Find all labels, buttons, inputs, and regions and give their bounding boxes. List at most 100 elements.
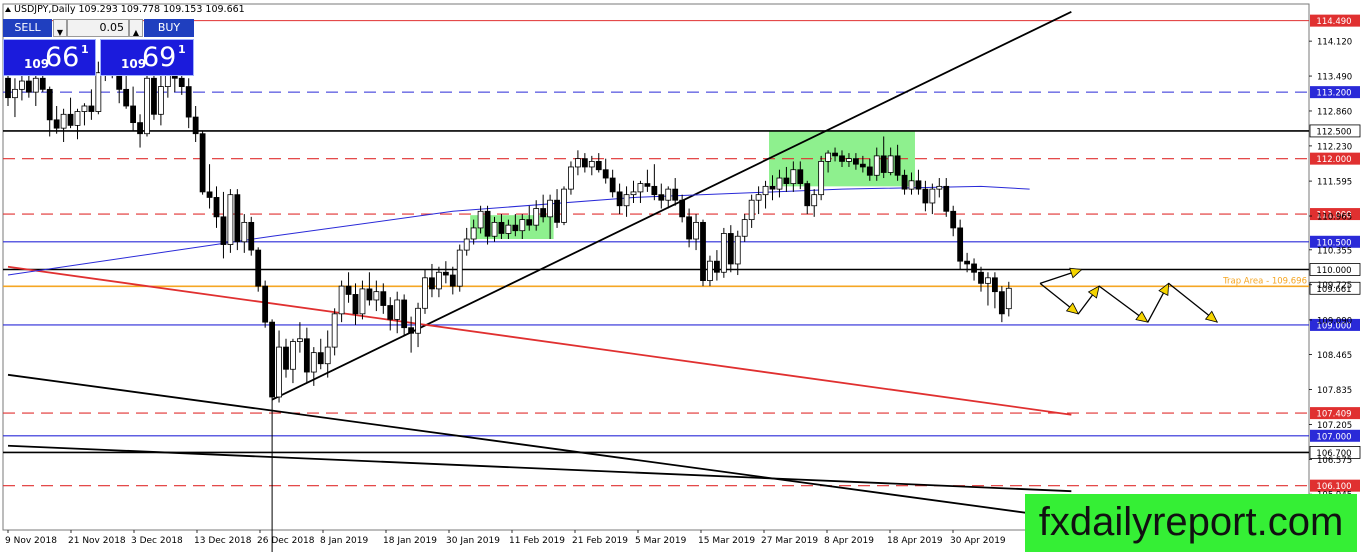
candle-body bbox=[950, 210, 957, 229]
candle-body bbox=[449, 274, 456, 287]
price-chart[interactable]: Trap Area - 109.696 114.490 113.200 112.50… bbox=[0, 0, 1362, 552]
sell-price[interactable]: 109 66 1 bbox=[3, 39, 96, 76]
candle-body bbox=[929, 188, 936, 204]
buy-button[interactable]: BUY bbox=[144, 19, 194, 37]
candle-body bbox=[296, 338, 303, 342]
y-tick-label: 110.965 bbox=[1317, 213, 1352, 223]
candle-body bbox=[241, 221, 248, 243]
candle-body bbox=[484, 210, 491, 237]
buy-price[interactable]: 109 69 1 bbox=[100, 39, 194, 76]
candle-body bbox=[283, 346, 289, 370]
candle-body bbox=[547, 199, 553, 218]
x-tick-label: 13 Dec 2018 bbox=[194, 536, 252, 546]
x-tick-label: 18 Jan 2019 bbox=[383, 536, 437, 546]
y-tick-label: 112.230 bbox=[1317, 142, 1352, 152]
candle-body bbox=[345, 285, 352, 295]
candle-body bbox=[25, 80, 32, 93]
candle-body bbox=[616, 191, 623, 207]
lot-size-input[interactable]: 0.05 bbox=[67, 19, 129, 37]
candle-body bbox=[262, 285, 269, 323]
candle-body bbox=[734, 235, 741, 265]
x-tick-label: 21 Nov 2018 bbox=[68, 536, 126, 546]
x-tick-label: 27 Mar 2019 bbox=[761, 536, 818, 546]
candle-body bbox=[95, 72, 102, 112]
candle-body bbox=[741, 219, 748, 237]
candle-body bbox=[588, 161, 595, 168]
candle-body bbox=[602, 169, 609, 179]
candle-body bbox=[178, 77, 185, 87]
candle-body bbox=[679, 199, 686, 218]
candle-body bbox=[818, 161, 825, 196]
lot-decrease-button[interactable]: ▼ bbox=[53, 19, 67, 37]
candle-body bbox=[575, 158, 581, 168]
candle-body bbox=[748, 199, 755, 221]
candle-body bbox=[429, 277, 435, 290]
level-price-label: 112.000 bbox=[1316, 155, 1351, 165]
candle-body bbox=[144, 77, 150, 135]
candle-body bbox=[88, 105, 95, 112]
candle-body bbox=[491, 221, 498, 237]
candle-body bbox=[331, 313, 338, 348]
candle-body bbox=[561, 188, 567, 223]
candle-body bbox=[880, 155, 887, 173]
watermark-brand: fxdailyreport.com bbox=[1025, 494, 1357, 552]
candle-body bbox=[873, 155, 880, 176]
candle-body bbox=[12, 88, 18, 99]
buy-price-pips: 69 bbox=[142, 42, 177, 73]
lot-size-value: 0.05 bbox=[99, 21, 125, 34]
x-tick-label: 30 Apr 2019 bbox=[950, 536, 1006, 546]
candle-body bbox=[762, 185, 769, 196]
candle-body bbox=[5, 77, 11, 99]
candle-body bbox=[248, 221, 255, 251]
lot-increase-button[interactable]: ▲ bbox=[129, 19, 143, 37]
candle-body bbox=[985, 277, 991, 284]
candle-body bbox=[60, 113, 67, 129]
y-tick-label: 106.575 bbox=[1317, 456, 1352, 466]
x-tick-label: 21 Feb 2019 bbox=[572, 536, 628, 546]
candle-body bbox=[46, 88, 53, 121]
candle-body bbox=[727, 233, 734, 265]
candle-body bbox=[220, 216, 227, 245]
down-triangle-icon: ▼ bbox=[56, 28, 64, 37]
x-tick-label: 5 Mar 2019 bbox=[635, 536, 687, 546]
up-triangle-icon: ▲ bbox=[132, 28, 140, 37]
candle-body bbox=[269, 321, 276, 398]
candle-body bbox=[908, 180, 915, 190]
candle-body bbox=[199, 133, 206, 193]
candle-body bbox=[192, 116, 199, 135]
candle-body bbox=[373, 291, 380, 301]
candle-body bbox=[797, 169, 804, 184]
sell-button[interactable]: SELL bbox=[3, 19, 52, 37]
candle-body bbox=[394, 299, 401, 320]
candle-body bbox=[435, 271, 442, 290]
candle-body bbox=[276, 346, 282, 398]
candle-body bbox=[971, 263, 977, 273]
candle-body bbox=[317, 352, 324, 365]
candle-body bbox=[943, 185, 950, 212]
candle-body bbox=[123, 88, 130, 107]
candle-body bbox=[352, 294, 359, 315]
y-tick-label: 111.595 bbox=[1317, 178, 1352, 188]
candle-body bbox=[456, 249, 463, 287]
candle-body bbox=[206, 191, 213, 198]
candle-body bbox=[581, 158, 588, 168]
candle-body bbox=[894, 155, 901, 176]
symbol-header: USDJPY,Daily 109.293 109.778 109.153 109… bbox=[14, 4, 245, 15]
level-price-label: 107.000 bbox=[1316, 432, 1351, 442]
trap-area-label: Trap Area - 109.696 bbox=[1222, 276, 1307, 286]
candle-body bbox=[811, 194, 818, 207]
y-tick-label: 107.205 bbox=[1317, 421, 1352, 431]
candle-body bbox=[853, 158, 859, 165]
candle-body bbox=[720, 233, 727, 273]
sell-price-pips: 66 bbox=[45, 42, 80, 73]
candle-body bbox=[526, 219, 533, 226]
candle-body bbox=[936, 185, 943, 190]
candle-body bbox=[783, 177, 790, 184]
candle-body bbox=[859, 163, 866, 168]
candle-body bbox=[901, 174, 908, 190]
y-tick-label: 112.860 bbox=[1317, 107, 1352, 117]
candle-body bbox=[137, 122, 143, 135]
x-tick-label: 8 Jan 2019 bbox=[320, 536, 368, 546]
candle-body bbox=[227, 194, 234, 245]
candle-body bbox=[32, 77, 39, 93]
